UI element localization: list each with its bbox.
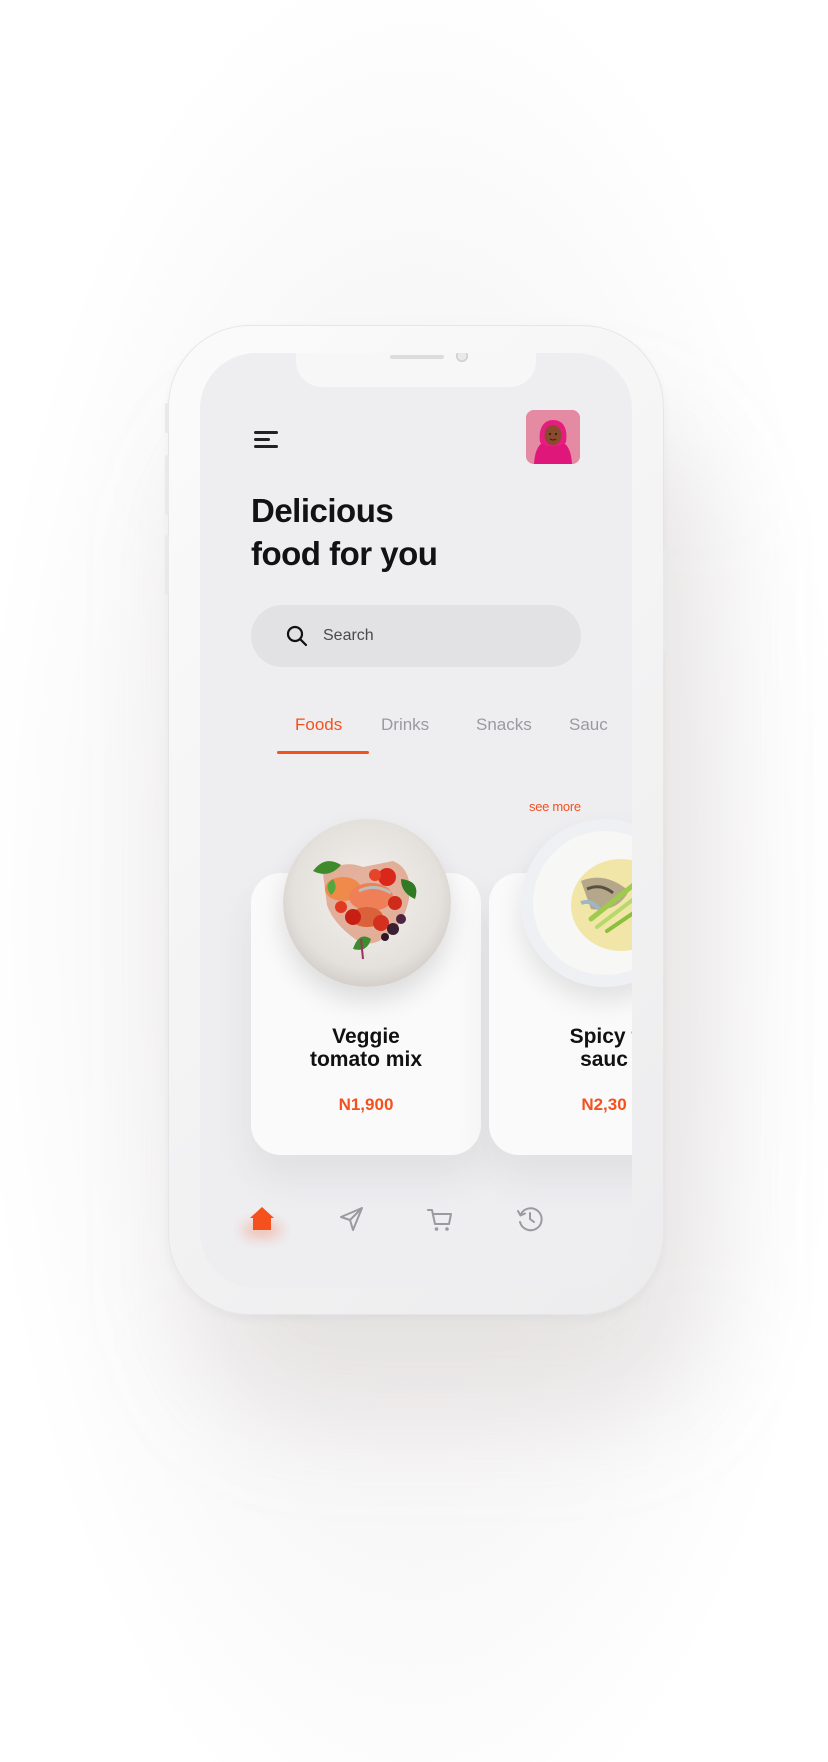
notch [296,353,536,387]
power-button [663,550,667,650]
search-bar[interactable] [251,605,581,667]
category-tabs: Foods Drinks Snacks Sauc [200,715,632,755]
avatar[interactable] [526,410,580,464]
front-camera [456,353,468,362]
product-name: Spicy f sauc [569,1025,632,1071]
tab-snacks[interactable]: Snacks [476,715,532,735]
page-title-line1: Delicious [251,492,394,529]
cart-icon[interactable] [424,1203,456,1235]
see-more-link[interactable]: see more [529,799,581,814]
search-input[interactable] [323,605,553,667]
volume-down-button [165,535,169,595]
avatar-illustration [526,410,580,464]
page-title-line2: food for you [251,535,438,572]
tab-sauce[interactable]: Sauc [569,715,608,735]
history-icon[interactable] [514,1203,546,1235]
speaker-grille [390,355,444,359]
active-tab-indicator [277,751,369,754]
bottom-nav [200,1193,632,1253]
phone-screen: Delicious food for you Foods Drinks Snac… [200,353,632,1288]
home-icon[interactable] [246,1203,278,1235]
tab-drinks[interactable]: Drinks [381,715,429,735]
phone-frame: Delicious food for you Foods Drinks Snac… [165,325,667,1315]
page-title: Delicious food for you [251,489,438,575]
mockup-scene: Delicious food for you Foods Drinks Snac… [0,0,828,1762]
menu-line-middle [254,438,270,441]
menu-line-bottom [254,445,278,448]
product-price: N1,900 [338,1095,394,1114]
tab-foods[interactable]: Foods [295,715,342,735]
volume-up-button [165,455,169,515]
send-icon[interactable] [336,1203,368,1235]
product-price: N2,30 [581,1095,627,1114]
product-name: Veggie tomato mix [309,1025,422,1071]
menu-line-top [254,431,278,434]
search-icon [286,625,308,647]
veggie-plate-illustration [283,819,451,987]
menu-icon[interactable] [254,429,280,449]
food-image-veggie[interactable] [283,819,451,987]
mute-switch [165,403,169,433]
